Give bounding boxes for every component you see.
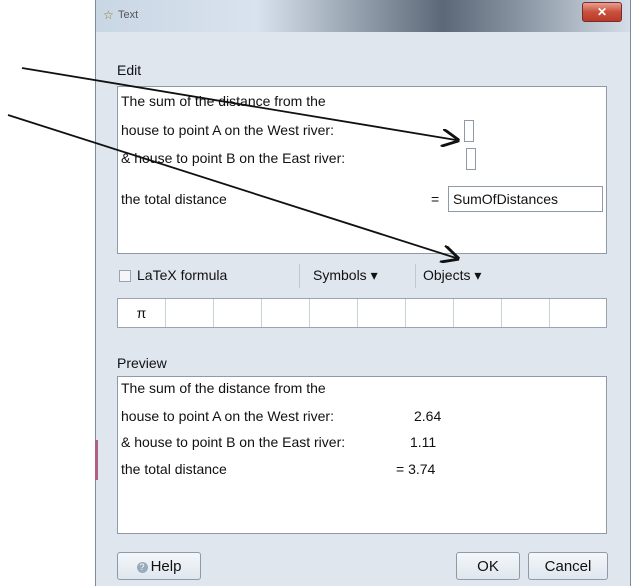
annotation-arrow-2	[7, 114, 456, 258]
annotation-arrow-1	[21, 67, 456, 140]
annotation-arrows	[7, 67, 637, 586]
